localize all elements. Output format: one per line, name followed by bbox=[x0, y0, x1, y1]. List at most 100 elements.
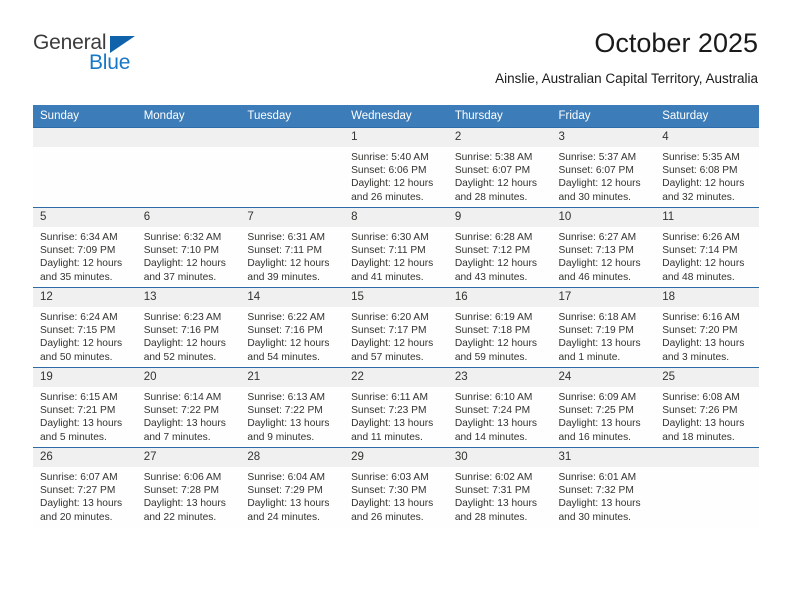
day-number: 25 bbox=[655, 368, 759, 387]
sunset-line: Sunset: 7:15 PM bbox=[40, 325, 116, 337]
daylight-line-cont: and 50 minutes. bbox=[40, 351, 113, 363]
daylight-line-cont: and 30 minutes. bbox=[558, 191, 632, 203]
sunset-line: Sunset: 7:31 PM bbox=[454, 485, 531, 497]
sunrise-line: Sunrise: 6:32 AM bbox=[143, 232, 222, 243]
day-cell-inner: 28 Sunrise: 6:04 AM Sunset: 7:29 PM Dayligh… bbox=[240, 448, 345, 527]
sunrise-line: Sunrise: 5:37 AM bbox=[558, 152, 637, 163]
daylight-line: Daylight: 13 hours bbox=[558, 338, 641, 350]
daylight-line-cont: and 39 minutes. bbox=[247, 271, 320, 283]
daylight-line-cont: and 3 minutes. bbox=[662, 351, 730, 363]
calendar-day-cell[interactable]: 31 Sunrise: 6:01 AM Sunset: 7:32 PM Dayligh… bbox=[551, 447, 656, 527]
day-cell-inner: 11 Sunrise: 6:26 AM Sunset: 7:14 PM Dayligh… bbox=[655, 208, 759, 287]
sunrise-line: Sunrise: 6:13 AM bbox=[247, 392, 325, 403]
calendar-day-cell[interactable]: 3 Sunrise: 5:37 AM Sunset: 6:07 PM Daylight… bbox=[551, 127, 656, 208]
day-number: 2 bbox=[447, 128, 552, 147]
general-blue-logo[interactable]: General Blue bbox=[33, 31, 233, 81]
sunset-line: Sunset: 7:09 PM bbox=[40, 245, 116, 257]
calendar-day-cell[interactable]: 21 Sunrise: 6:13 AM Sunset: 7:22 PM Dayligh… bbox=[240, 367, 345, 448]
calendar-day-cell[interactable]: 19 Sunrise: 6:15 AM Sunset: 7:21 PM Dayligh… bbox=[33, 367, 137, 448]
day-cell-inner: 21 Sunrise: 6:13 AM Sunset: 7:22 PM Dayligh… bbox=[240, 368, 345, 447]
daylight-line: Daylight: 13 hours bbox=[454, 498, 537, 510]
daylight-line: Daylight: 12 hours bbox=[143, 258, 226, 270]
calendar-day-cell[interactable]: 24 Sunrise: 6:09 AM Sunset: 7:25 PM Dayligh… bbox=[551, 367, 656, 448]
sunrise-line: Sunrise: 6:09 AM bbox=[558, 392, 637, 403]
sunset-line: Sunset: 6:07 PM bbox=[558, 165, 634, 177]
calendar-day-cell[interactable]: 7 Sunrise: 6:31 AM Sunset: 7:11 PM Daylight… bbox=[240, 207, 345, 288]
calendar-day-cell[interactable]: 28 Sunrise: 6:04 AM Sunset: 7:29 PM Dayligh… bbox=[240, 447, 345, 527]
calendar-day-cell[interactable]: 29 Sunrise: 6:03 AM Sunset: 7:30 PM Dayligh… bbox=[344, 447, 448, 527]
sunrise-line: Sunrise: 6:18 AM bbox=[558, 312, 637, 323]
calendar-day-cell[interactable]: 6 Sunrise: 6:32 AM Sunset: 7:10 PM Daylight… bbox=[136, 207, 241, 288]
day-cell-inner: 7 Sunrise: 6:31 AM Sunset: 7:11 PM Daylight… bbox=[240, 208, 345, 287]
daylight-line: Daylight: 13 hours bbox=[454, 418, 537, 430]
sun-info-block: Sunrise: 6:34 AM Sunset: 7:09 PM Daylight:… bbox=[33, 227, 137, 284]
sun-info-block: Sunrise: 6:19 AM Sunset: 7:18 PM Daylight:… bbox=[448, 307, 552, 364]
sun-info-block: Sunrise: 6:01 AM Sunset: 7:32 PM Daylight:… bbox=[552, 467, 656, 524]
day-number: 31 bbox=[551, 448, 656, 467]
sunrise-line: Sunrise: 6:24 AM bbox=[40, 312, 118, 323]
sunset-line: Sunset: 7:23 PM bbox=[351, 405, 427, 417]
calendar-day-cell[interactable]: 1 Sunrise: 5:40 AM Sunset: 6:06 PM Daylight… bbox=[344, 127, 448, 208]
calendar-day-cell[interactable]: 30 Sunrise: 6:02 AM Sunset: 7:31 PM Dayligh… bbox=[447, 447, 552, 527]
day-cell-inner: 2 Sunrise: 5:38 AM Sunset: 6:07 PM Daylight… bbox=[447, 128, 552, 207]
day-cell-inner: 23 Sunrise: 6:10 AM Sunset: 7:24 PM Dayligh… bbox=[447, 368, 552, 447]
calendar-day-cell[interactable]: 22 Sunrise: 6:11 AM Sunset: 7:23 PM Dayligh… bbox=[344, 367, 448, 448]
calendar-day-cell[interactable]: 11 Sunrise: 6:26 AM Sunset: 7:14 PM Dayligh… bbox=[655, 207, 759, 288]
calendar-day-cell[interactable]: 8 Sunrise: 6:30 AM Sunset: 7:11 PM Daylight… bbox=[344, 207, 448, 288]
daylight-line-cont: and 54 minutes. bbox=[247, 351, 320, 363]
sunrise-line: Sunrise: 5:35 AM bbox=[662, 152, 740, 163]
calendar-day-cell[interactable]: 14 Sunrise: 6:22 AM Sunset: 7:16 PM Dayligh… bbox=[240, 287, 345, 368]
sun-info-block: Sunrise: 6:26 AM Sunset: 7:14 PM Daylight:… bbox=[655, 227, 759, 284]
sunset-line: Sunset: 7:14 PM bbox=[662, 245, 738, 257]
daylight-line: Daylight: 12 hours bbox=[40, 338, 123, 350]
calendar-day-cell[interactable]: 5 Sunrise: 6:34 AM Sunset: 7:09 PM Daylight… bbox=[33, 207, 137, 288]
day-cell-inner: 4 Sunrise: 5:35 AM Sunset: 6:08 PM Daylight… bbox=[655, 128, 759, 207]
sunrise-line: Sunrise: 6:08 AM bbox=[662, 392, 740, 403]
calendar-day-cell[interactable]: 4 Sunrise: 5:35 AM Sunset: 6:08 PM Daylight… bbox=[655, 127, 759, 208]
sun-info-block: Sunrise: 6:07 AM Sunset: 7:27 PM Daylight:… bbox=[33, 467, 137, 524]
calendar-day-cell[interactable]: 9 Sunrise: 6:28 AM Sunset: 7:12 PM Daylight… bbox=[447, 207, 552, 288]
calendar-week-row: 12 Sunrise: 6:24 AM Sunset: 7:15 PM Dayligh… bbox=[33, 287, 759, 368]
day-number: 18 bbox=[655, 288, 759, 307]
sunset-line: Sunset: 7:28 PM bbox=[143, 485, 220, 497]
weekday-header-sunday: Sunday bbox=[33, 105, 137, 128]
sun-info-block: Sunrise: 6:20 AM Sunset: 7:17 PM Daylight:… bbox=[344, 307, 448, 364]
calendar-day-cell[interactable]: 12 Sunrise: 6:24 AM Sunset: 7:15 PM Dayligh… bbox=[33, 287, 137, 368]
daylight-line: Daylight: 12 hours bbox=[351, 258, 434, 270]
day-cell-inner: 25 Sunrise: 6:08 AM Sunset: 7:26 PM Dayligh… bbox=[655, 368, 759, 447]
daylight-line-cont: and 24 minutes. bbox=[247, 511, 320, 523]
day-cell-inner bbox=[655, 448, 759, 527]
sun-info-block: Sunrise: 6:16 AM Sunset: 7:20 PM Daylight:… bbox=[655, 307, 759, 364]
daylight-line-cont: and 26 minutes. bbox=[351, 191, 424, 203]
calendar-day-cell[interactable]: 23 Sunrise: 6:10 AM Sunset: 7:24 PM Dayligh… bbox=[447, 367, 552, 448]
calendar-day-cell[interactable]: 17 Sunrise: 6:18 AM Sunset: 7:19 PM Dayligh… bbox=[551, 287, 656, 368]
calendar-day-cell[interactable]: 18 Sunrise: 6:16 AM Sunset: 7:20 PM Dayligh… bbox=[655, 287, 759, 368]
calendar-day-cell[interactable]: 27 Sunrise: 6:06 AM Sunset: 7:28 PM Dayligh… bbox=[136, 447, 241, 527]
day-number: 19 bbox=[33, 368, 137, 387]
daylight-line: Daylight: 13 hours bbox=[351, 498, 434, 510]
calendar-day-cell[interactable]: 2 Sunrise: 5:38 AM Sunset: 6:07 PM Daylight… bbox=[447, 127, 552, 208]
calendar-day-cell[interactable]: 13 Sunrise: 6:23 AM Sunset: 7:16 PM Dayligh… bbox=[136, 287, 241, 368]
calendar-day-cell[interactable]: 25 Sunrise: 6:08 AM Sunset: 7:26 PM Dayligh… bbox=[655, 367, 759, 448]
calendar-day-cell[interactable]: 20 Sunrise: 6:14 AM Sunset: 7:22 PM Dayligh… bbox=[136, 367, 241, 448]
day-number: 30 bbox=[447, 448, 552, 467]
sun-info-block: Sunrise: 5:35 AM Sunset: 6:08 PM Daylight:… bbox=[655, 147, 759, 204]
day-cell-inner: 6 Sunrise: 6:32 AM Sunset: 7:10 PM Daylight… bbox=[136, 208, 241, 287]
day-cell-inner: 15 Sunrise: 6:20 AM Sunset: 7:17 PM Dayligh… bbox=[344, 288, 448, 367]
day-number: 14 bbox=[240, 288, 345, 307]
sunset-line: Sunset: 7:18 PM bbox=[454, 325, 531, 337]
calendar-day-cell[interactable]: 16 Sunrise: 6:19 AM Sunset: 7:18 PM Dayligh… bbox=[447, 287, 552, 368]
calendar-day-cell[interactable]: 10 Sunrise: 6:27 AM Sunset: 7:13 PM Dayligh… bbox=[551, 207, 656, 288]
sun-info-block: Sunrise: 6:15 AM Sunset: 7:21 PM Daylight:… bbox=[33, 387, 137, 444]
sunrise-line: Sunrise: 6:03 AM bbox=[351, 472, 429, 483]
sunset-line: Sunset: 6:06 PM bbox=[351, 165, 427, 177]
daylight-line-cont: and 46 minutes. bbox=[558, 271, 632, 283]
daylight-line-cont: and 35 minutes. bbox=[40, 271, 113, 283]
day-number: 21 bbox=[240, 368, 345, 387]
daylight-line: Daylight: 13 hours bbox=[558, 498, 641, 510]
day-number: 22 bbox=[344, 368, 448, 387]
daylight-line: Daylight: 12 hours bbox=[558, 178, 641, 190]
calendar-day-cell[interactable]: 15 Sunrise: 6:20 AM Sunset: 7:17 PM Dayligh… bbox=[344, 287, 448, 368]
page-header: General Blue October 2025 Ainslie, Austr… bbox=[0, 0, 792, 104]
calendar-day-cell[interactable]: 26 Sunrise: 6:07 AM Sunset: 7:27 PM Dayligh… bbox=[33, 447, 137, 527]
